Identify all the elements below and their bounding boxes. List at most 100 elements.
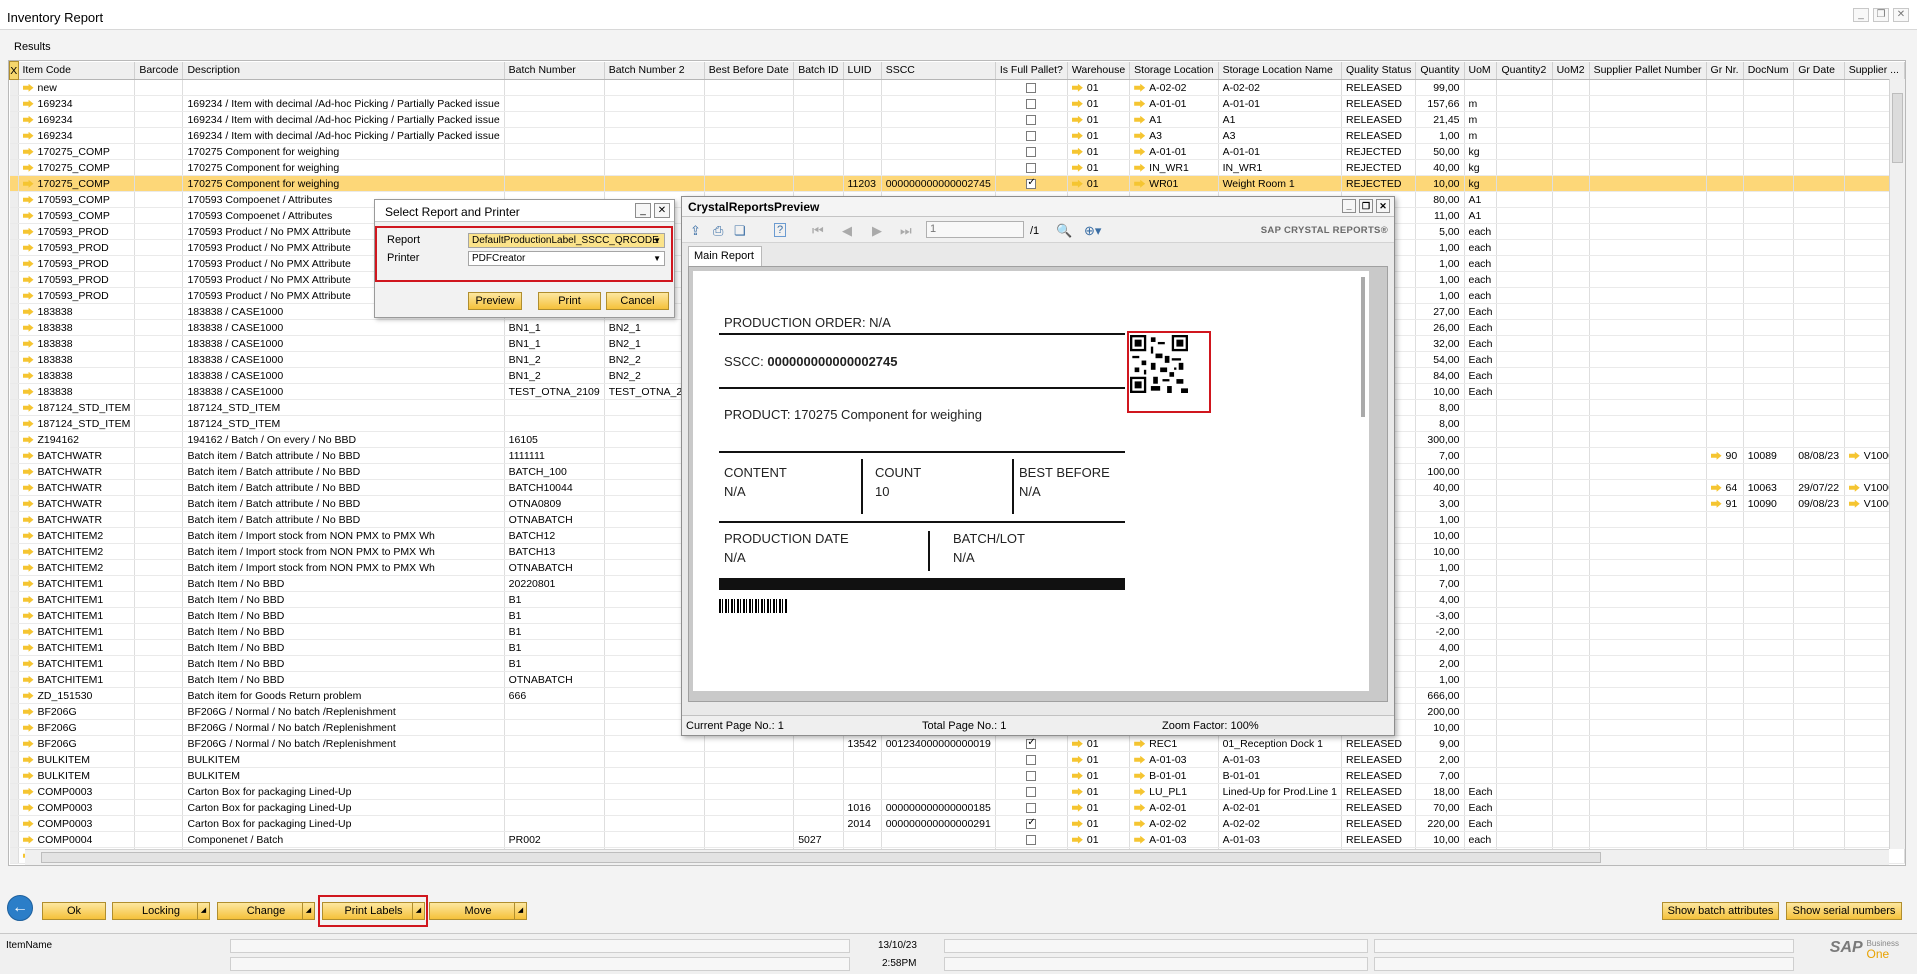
link-arrow-icon[interactable]	[1071, 99, 1083, 108]
link-arrow-icon[interactable]	[1134, 163, 1146, 172]
link-arrow-icon[interactable]	[22, 355, 34, 364]
link-arrow-icon[interactable]	[22, 771, 34, 780]
column-header[interactable]: LUID	[843, 61, 882, 80]
link-arrow-icon[interactable]	[1071, 819, 1083, 828]
cell-item-code[interactable]: BATCHITEM1	[18, 575, 136, 592]
full-pallet-checkbox[interactable]	[1026, 770, 1037, 781]
restore-icon[interactable]: ❐	[1359, 199, 1373, 213]
cell-item-code[interactable]: 183838	[18, 303, 136, 320]
column-header[interactable]: Batch Number	[504, 61, 605, 80]
cell-item-code[interactable]: BATCHWATR	[18, 479, 136, 496]
cell-item-code[interactable]: 170593_PROD	[18, 255, 136, 272]
row-header[interactable]	[9, 255, 19, 272]
link-arrow-icon[interactable]	[1071, 147, 1083, 156]
link-arrow-icon[interactable]	[22, 691, 34, 700]
row-header[interactable]	[9, 751, 19, 768]
link-arrow-icon[interactable]	[22, 707, 34, 716]
cell-item-code[interactable]: 169234	[18, 111, 136, 128]
cell-item-code[interactable]: BULKITEM	[18, 767, 136, 784]
table-row[interactable]: BULKITEM BULKITEM 01 A-01-03 A-01-03 RELEASED…	[9, 751, 1905, 768]
minimize-icon[interactable]: _	[1853, 8, 1869, 22]
link-arrow-icon[interactable]	[22, 243, 34, 252]
close-icon[interactable]: ✕	[1376, 199, 1390, 213]
link-arrow-icon[interactable]	[22, 131, 34, 140]
link-arrow-icon[interactable]	[22, 323, 34, 332]
help-icon[interactable]: ?	[774, 223, 787, 237]
page-number-input[interactable]: 1	[926, 221, 1024, 238]
column-header[interactable]: UoM2	[1552, 61, 1590, 80]
page-scroll[interactable]	[1361, 277, 1365, 417]
minimize-icon[interactable]: _	[635, 203, 651, 218]
cell-item-code[interactable]: BATCHWATR	[18, 511, 136, 528]
full-pallet-checkbox[interactable]	[1026, 82, 1037, 93]
table-row[interactable]: 170275_COMP 170275 Component for weighing…	[9, 143, 1905, 160]
row-header[interactable]	[9, 399, 19, 416]
minimize-icon[interactable]: _	[1342, 199, 1356, 213]
link-arrow-icon[interactable]	[22, 275, 34, 284]
link-arrow-icon[interactable]	[22, 531, 34, 540]
link-arrow-icon[interactable]	[1134, 739, 1146, 748]
full-pallet-checkbox[interactable]	[1026, 146, 1037, 157]
link-arrow-icon[interactable]	[22, 755, 34, 764]
copy-icon[interactable]: ❏	[734, 223, 746, 239]
row-header[interactable]	[9, 127, 19, 144]
table-row[interactable]: 169234 169234 / Item with decimal /Ad-hoc…	[9, 127, 1905, 144]
link-arrow-icon[interactable]	[1071, 835, 1083, 844]
row-header[interactable]	[9, 175, 19, 192]
cell-item-code[interactable]: BATCHITEM1	[18, 607, 136, 624]
column-header[interactable]: Best Before Date	[704, 61, 795, 80]
link-arrow-icon[interactable]	[22, 547, 34, 556]
cell-item-code[interactable]: 170593_PROD	[18, 223, 136, 240]
link-arrow-icon[interactable]	[1071, 115, 1083, 124]
cell-item-code[interactable]: COMP0004	[18, 831, 136, 848]
tab-main-report[interactable]: Main Report	[688, 246, 762, 266]
link-arrow-icon[interactable]	[1071, 131, 1083, 140]
link-arrow-icon[interactable]	[22, 371, 34, 380]
column-header[interactable]: UoM	[1464, 61, 1498, 80]
link-arrow-icon[interactable]	[22, 739, 34, 748]
link-arrow-icon[interactable]	[1134, 179, 1146, 188]
link-arrow-icon[interactable]	[1710, 499, 1722, 508]
cell-item-code[interactable]: BULKITEM	[18, 751, 136, 768]
link-arrow-icon[interactable]	[22, 483, 34, 492]
cell-item-code[interactable]: 187124_STD_ITEM	[18, 415, 136, 432]
cell-item-code[interactable]: 169234	[18, 95, 136, 112]
row-header[interactable]	[9, 511, 19, 528]
print-icon[interactable]: ⎙	[713, 223, 723, 239]
chevron-down-icon[interactable]: ◢	[412, 903, 424, 919]
prev-page-icon[interactable]: ◀	[842, 223, 852, 239]
chevron-down-icon[interactable]: ◢	[197, 903, 209, 919]
row-header[interactable]	[9, 687, 19, 704]
cell-item-code[interactable]: 170275_COMP	[18, 143, 136, 160]
chevron-down-icon[interactable]: ◢	[514, 903, 526, 919]
link-arrow-icon[interactable]	[1710, 451, 1722, 460]
row-header[interactable]	[9, 159, 19, 176]
link-arrow-icon[interactable]	[1134, 771, 1146, 780]
link-arrow-icon[interactable]	[22, 99, 34, 108]
link-arrow-icon[interactable]	[22, 291, 34, 300]
row-header[interactable]	[9, 719, 19, 736]
row-header[interactable]	[9, 831, 19, 848]
link-arrow-icon[interactable]	[22, 83, 34, 92]
move-button[interactable]: Move ◢	[429, 902, 527, 920]
full-pallet-checkbox[interactable]	[1026, 786, 1037, 797]
column-header[interactable]: Quantity	[1415, 61, 1465, 80]
table-row[interactable]: 170275_COMP 170275 Component for weighing…	[9, 175, 1905, 192]
link-arrow-icon[interactable]	[22, 579, 34, 588]
link-arrow-icon[interactable]	[22, 227, 34, 236]
link-arrow-icon[interactable]	[22, 787, 34, 796]
row-header[interactable]	[9, 319, 19, 336]
full-pallet-checkbox[interactable]	[1026, 114, 1037, 125]
link-arrow-icon[interactable]	[22, 115, 34, 124]
link-arrow-icon[interactable]	[22, 307, 34, 316]
link-arrow-icon[interactable]	[1134, 115, 1146, 124]
cell-item-code[interactable]: BATCHWATR	[18, 495, 136, 512]
cell-item-code[interactable]: 169234	[18, 127, 136, 144]
link-arrow-icon[interactable]	[1134, 803, 1146, 812]
link-arrow-icon[interactable]	[1071, 83, 1083, 92]
print-labels-button[interactable]: Print Labels ◢	[322, 902, 425, 920]
close-icon[interactable]: ✕	[654, 203, 670, 218]
link-arrow-icon[interactable]	[22, 339, 34, 348]
table-row[interactable]: COMP0003 Carton Box for packaging Lined-U…	[9, 783, 1905, 800]
row-header[interactable]	[9, 591, 19, 608]
